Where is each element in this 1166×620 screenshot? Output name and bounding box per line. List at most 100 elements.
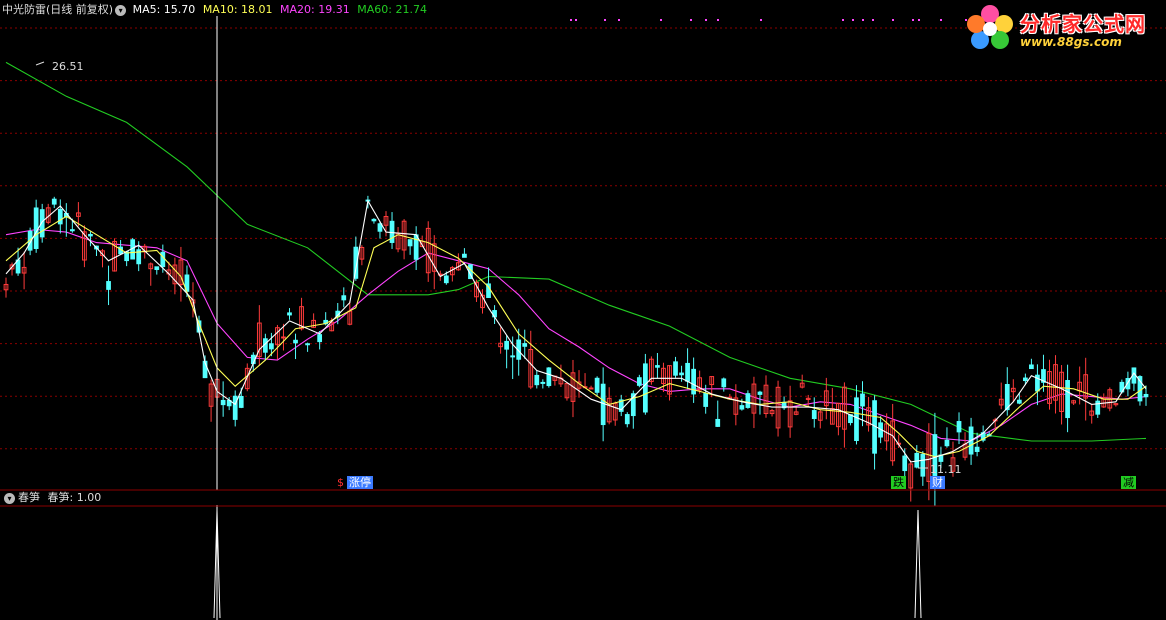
candle-body — [371, 218, 377, 222]
candle-body — [811, 410, 817, 420]
candle-body — [1022, 377, 1028, 382]
sub-chart-header: ▾ 春笋 春笋: 1.00 — [2, 491, 101, 505]
chart-header: 中光防雷(日线 前复权) ▾ MA5: 15.70 MA10: 18.01 MA2… — [2, 3, 427, 17]
signal-reduce: 减 — [1121, 476, 1136, 489]
signal-dot — [918, 19, 920, 21]
ma5-line-layer — [5, 199, 1147, 463]
candle-body — [1143, 393, 1149, 398]
candle-body — [1065, 380, 1070, 419]
signal-dot — [604, 19, 606, 21]
signal-dot — [872, 19, 874, 21]
candle-body — [673, 361, 678, 376]
candle-body — [854, 397, 859, 442]
ma20-line — [5, 228, 1147, 442]
high-annotation: 26.51 — [35, 60, 84, 73]
candle-body — [920, 453, 926, 477]
indicator-spike — [914, 509, 922, 619]
signal-dot — [862, 19, 864, 21]
candle-body — [721, 378, 727, 388]
candle-body — [443, 275, 449, 284]
candle-body — [287, 312, 292, 316]
signal-dot — [892, 19, 894, 21]
sub-settings-circle-icon[interactable]: ▾ — [4, 492, 15, 504]
ma60-line — [5, 61, 1147, 442]
candle-body — [685, 362, 690, 382]
candle-body — [636, 377, 642, 386]
candle-body — [902, 455, 908, 472]
candle-body — [504, 340, 510, 350]
signal-reduce-label: 减 — [1123, 476, 1134, 489]
candle-body — [317, 334, 323, 343]
candle-body — [232, 395, 238, 420]
candle-body — [594, 377, 600, 393]
candle-body — [588, 387, 594, 390]
candle-body — [154, 266, 160, 270]
candle-body — [745, 393, 751, 408]
candle-body — [220, 399, 226, 406]
signal-dot — [618, 19, 620, 21]
candle-body — [944, 439, 950, 447]
ma20-line-layer — [5, 228, 1147, 442]
candle-body — [106, 281, 111, 290]
candle-body — [269, 343, 274, 350]
kline-chart[interactable]: 26.51 11.11 — [0, 0, 1166, 620]
candle-body — [522, 343, 528, 347]
price-grid — [0, 27, 1166, 450]
logo-title: 分析家公式网 — [1020, 12, 1146, 36]
signal-dot — [912, 19, 914, 21]
ma5-value: MA5: 15.70 — [132, 3, 196, 16]
indicator-value: 春笋: 1.00 — [47, 491, 102, 504]
candle-body — [293, 339, 298, 344]
candle-body — [69, 229, 75, 232]
site-logo: 分析家公式网 www.88gs.com — [962, 2, 1162, 54]
signal-dot — [852, 19, 854, 21]
signal-dot — [940, 19, 942, 21]
signal-fall-label: 跌 — [893, 476, 904, 489]
ma60-value: MA60: 21.74 — [357, 3, 427, 16]
signal-fall: 跌 — [891, 476, 906, 489]
candle-body — [305, 343, 310, 346]
high-price-label: 26.51 — [52, 60, 84, 73]
candle-body — [407, 239, 413, 247]
candle-body — [33, 207, 39, 249]
candlestick-layer — [3, 195, 1149, 507]
candle-body — [956, 421, 962, 433]
logo-url[interactable]: www.88gs.com — [1020, 35, 1122, 49]
signal-finance-label: 财 — [932, 476, 943, 489]
stock-title[interactable]: 中光防雷(日线 前复权) — [2, 3, 113, 16]
candle-body — [624, 414, 630, 425]
signal-dot — [717, 19, 719, 21]
candle-body — [546, 367, 552, 387]
ma20-value: MA20: 19.31 — [280, 3, 350, 16]
settings-circle-icon[interactable]: ▾ — [115, 4, 127, 16]
candle-body — [540, 381, 546, 384]
candle-body — [860, 393, 865, 407]
candle-body — [703, 392, 709, 407]
candle-body — [88, 233, 93, 237]
candle-body — [510, 355, 516, 358]
candle-body — [51, 198, 57, 205]
indicator-name[interactable]: 春笋 — [18, 491, 40, 504]
signal-limit-up-label: 涨停 — [349, 476, 371, 489]
flower-logo-icon — [967, 5, 1013, 49]
signal-dot — [842, 19, 844, 21]
candle-body — [1004, 384, 1010, 411]
candle-body — [160, 251, 166, 268]
ma10-line — [5, 215, 1147, 458]
candle-body — [341, 295, 347, 301]
candle-body — [655, 365, 660, 368]
candle-body — [914, 452, 920, 468]
candle-body — [1029, 364, 1034, 370]
ma5-line — [5, 199, 1147, 463]
signal-dot — [570, 19, 572, 21]
candle-body — [534, 374, 540, 386]
signal-dot — [690, 19, 692, 21]
candle-body — [462, 253, 467, 258]
candle-body — [281, 336, 286, 339]
candle-body — [57, 208, 63, 225]
candle-body — [679, 372, 684, 376]
candle-body — [974, 446, 980, 452]
candle-body — [238, 395, 244, 408]
ma10-line-layer — [5, 215, 1147, 458]
indicator-spike-layer — [213, 509, 922, 619]
